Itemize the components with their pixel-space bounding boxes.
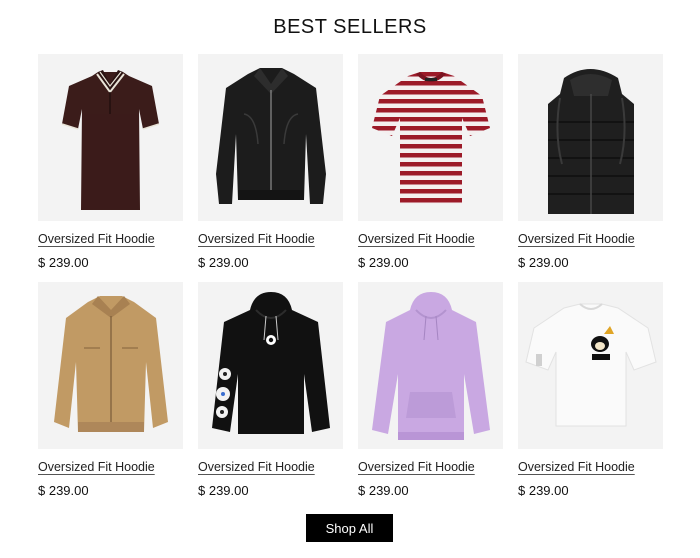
product-price: $ 239.00 (38, 483, 89, 498)
shop-all-button[interactable]: Shop All (306, 514, 393, 542)
product-card[interactable]: Oversized Fit Hoodie $ 239.00 (198, 54, 343, 282)
product-row: Oversized Fit Hoodie $ 239.00 Oversized … (38, 282, 663, 510)
product-card[interactable]: Oversized Fit Hoodie $ 239.00 (38, 54, 183, 282)
product-name-link[interactable]: Oversized Fit Hoodie (518, 460, 635, 474)
product-card[interactable]: Oversized Fit Hoodie $ 239.00 (358, 282, 503, 510)
product-card[interactable]: Oversized Fit Hoodie $ 239.00 (198, 282, 343, 510)
product-name-link[interactable]: Oversized Fit Hoodie (358, 460, 475, 474)
product-image-puffer-vest[interactable] (518, 54, 663, 221)
product-price: $ 239.00 (518, 483, 569, 498)
product-image-polo-shirt[interactable] (38, 54, 183, 221)
product-name-link[interactable]: Oversized Fit Hoodie (38, 460, 155, 474)
product-price: $ 239.00 (198, 483, 249, 498)
product-name-link[interactable]: Oversized Fit Hoodie (518, 232, 635, 246)
product-price: $ 239.00 (358, 483, 409, 498)
product-image-striped-tshirt[interactable] (358, 54, 503, 221)
product-grid: Oversized Fit Hoodie $ 239.00 Oversized … (38, 54, 663, 510)
section-title: BEST SELLERS (273, 16, 427, 38)
product-card[interactable]: Oversized Fit Hoodie $ 239.00 (518, 54, 663, 282)
product-price: $ 239.00 (198, 255, 249, 270)
product-image-leather-jacket[interactable] (198, 54, 343, 221)
product-image-disney-hoodie[interactable] (198, 282, 343, 449)
product-card[interactable]: Oversized Fit Hoodie $ 239.00 (518, 282, 663, 510)
product-name-link[interactable]: Oversized Fit Hoodie (358, 232, 475, 246)
product-name-link[interactable]: Oversized Fit Hoodie (198, 460, 315, 474)
product-card[interactable]: Oversized Fit Hoodie $ 239.00 (358, 54, 503, 282)
product-price: $ 239.00 (38, 255, 89, 270)
product-price: $ 239.00 (358, 255, 409, 270)
product-image-goofy-tshirt[interactable] (518, 282, 663, 449)
product-image-harrington-jacket[interactable] (38, 282, 183, 449)
product-row: Oversized Fit Hoodie $ 239.00 Oversized … (38, 54, 663, 282)
product-image-lilac-hoodie[interactable] (358, 282, 503, 449)
product-card[interactable]: Oversized Fit Hoodie $ 239.00 (38, 282, 183, 510)
product-name-link[interactable]: Oversized Fit Hoodie (198, 232, 315, 246)
product-name-link[interactable]: Oversized Fit Hoodie (38, 232, 155, 246)
product-price: $ 239.00 (518, 255, 569, 270)
